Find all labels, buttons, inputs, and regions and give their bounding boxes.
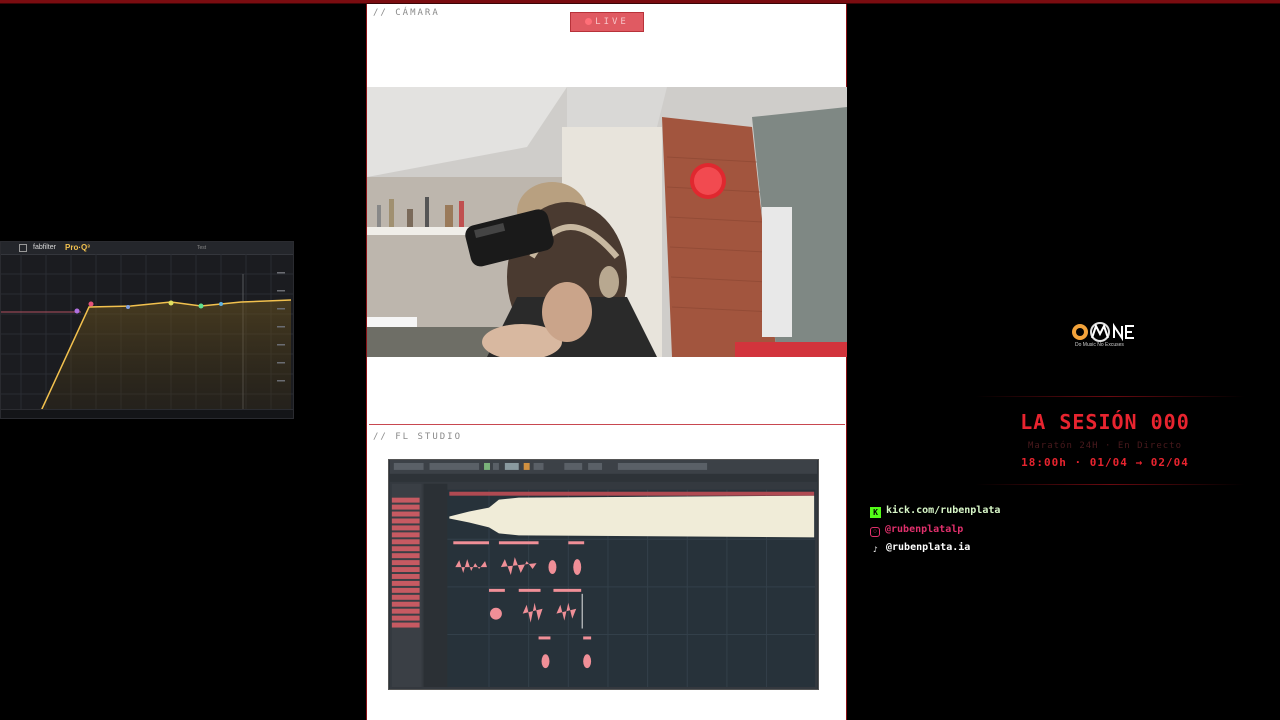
eq-preset-label[interactable]: Test <box>197 242 206 254</box>
social-tiktok-label: @rubenplata.ia <box>886 542 971 553</box>
eq-plugin-footer <box>1 409 293 418</box>
eq-band-node[interactable] <box>168 300 174 306</box>
social-tiktok[interactable]: ♪ @rubenplata.ia <box>870 541 970 555</box>
eq-brand-label: fabfilter <box>33 244 56 251</box>
eq-graph[interactable] <box>1 254 293 411</box>
live-dot-icon <box>585 18 593 25</box>
social-instagram[interactable]: ◦ @rubenplatalp <box>870 523 963 537</box>
live-badge: LIVE <box>570 12 644 32</box>
eq-menu-icon[interactable] <box>19 244 27 252</box>
tiktok-icon: ♪ <box>873 545 878 554</box>
eq-band-node[interactable] <box>219 302 223 306</box>
session-divider-bottom <box>975 484 1245 485</box>
kick-icon: K <box>870 507 881 518</box>
webcam-feed <box>367 87 847 357</box>
session-dates: 18:00h · 01/04 → 02/04 <box>1021 456 1189 469</box>
session-divider-top <box>975 396 1245 397</box>
fl-studio-playlist[interactable] <box>388 459 819 690</box>
center-panel: // CÁMARA LIVE // FL STUDIO <box>366 4 847 720</box>
eq-band-node[interactable] <box>74 308 80 314</box>
session-title: LA SESIÓN 000 <box>1020 410 1190 434</box>
fl-studio-section-label: // FL STUDIO <box>373 432 463 442</box>
camera-section-label: // CÁMARA <box>373 8 440 18</box>
session-subtitle: Maratón 24H · En Directo <box>1027 441 1183 451</box>
dmne-logo-tagline: Do Music No Excuses <box>1075 342 1124 348</box>
eq-plugin-window: fabfilter Pro·Q³ Test <box>0 241 294 419</box>
social-kick-label: kick.com/rubenplata <box>886 505 1001 516</box>
eq-band-node[interactable] <box>88 301 94 307</box>
social-instagram-label: @rubenplatalp <box>885 524 964 535</box>
audio-clip-master[interactable] <box>449 495 815 538</box>
social-kick[interactable]: Kkick.com/rubenplata <box>870 504 1000 518</box>
eq-product-label: Pro·Q³ <box>65 243 90 252</box>
instagram-icon: ◦ <box>870 527 880 537</box>
eq-band-node[interactable] <box>198 303 204 309</box>
live-badge-label: LIVE <box>595 17 629 27</box>
section-divider <box>369 424 845 425</box>
eq-band-node[interactable] <box>126 305 130 309</box>
